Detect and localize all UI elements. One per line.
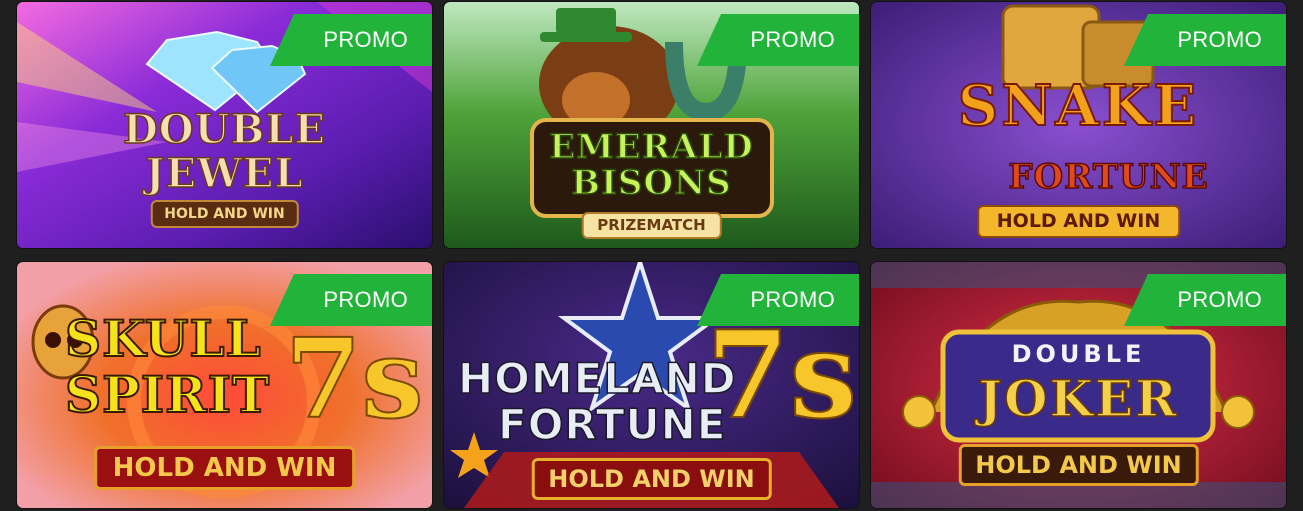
game-tile-double-joker[interactable]: DOUBLE JOKER HOLD AND WIN PROMO: [871, 262, 1286, 508]
game-title-line: SNAKE: [957, 73, 1200, 139]
game-tile-skull-spirit-7s[interactable]: SKULL SPIRIT 7s HOLD AND WIN PROMO: [17, 262, 432, 508]
promo-badge: PROMO: [697, 274, 859, 326]
promo-badge: PROMO: [697, 14, 859, 66]
game-title-line: FORTUNE: [1008, 157, 1209, 197]
promo-badge: PROMO: [1124, 14, 1286, 66]
sevens-badge: 7s: [705, 305, 858, 446]
game-subtitle: HOLD AND WIN: [976, 205, 1181, 238]
promo-badge: PROMO: [1124, 274, 1286, 326]
game-grid: DOUBLE JEWEL HOLD AND WIN PROMO EMERALD …: [0, 0, 1303, 511]
game-title-line: DOUBLE: [1011, 340, 1146, 368]
game-subtitle: HOLD AND WIN: [958, 444, 1199, 486]
game-subtitle: HOLD AND WIN: [150, 200, 299, 228]
game-title-line: HOMELAND: [457, 354, 737, 403]
game-title-line: JEWEL: [145, 150, 304, 197]
sevens-badge: 7s: [284, 314, 424, 443]
game-title-line: SPIRIT: [64, 365, 271, 424]
game-tile-snake-fortune[interactable]: SNAKE FORTUNE HOLD AND WIN PROMO: [871, 2, 1286, 248]
game-title-line: SKULL: [64, 309, 262, 368]
game-subtitle: PRIZEMATCH: [581, 212, 722, 239]
promo-badge: PROMO: [270, 274, 432, 326]
game-title-line: EMERALD: [549, 127, 754, 167]
promo-badge: PROMO: [270, 14, 432, 66]
game-subtitle: HOLD AND WIN: [531, 458, 772, 500]
game-tile-double-jewel[interactable]: DOUBLE JEWEL HOLD AND WIN PROMO: [17, 2, 432, 248]
game-title-line: FORTUNE: [497, 400, 727, 449]
game-title-line: DOUBLE: [122, 106, 326, 153]
game-subtitle: HOLD AND WIN: [93, 446, 356, 490]
game-tile-homeland-fortune-7s[interactable]: HOMELAND FORTUNE 7s HOLD AND WIN PROMO: [444, 262, 859, 508]
game-title-line: BISONS: [571, 163, 732, 203]
game-title-line: JOKER: [978, 369, 1179, 428]
game-tile-emerald-bisons[interactable]: EMERALD BISONS PRIZEMATCH PROMO: [444, 2, 859, 248]
